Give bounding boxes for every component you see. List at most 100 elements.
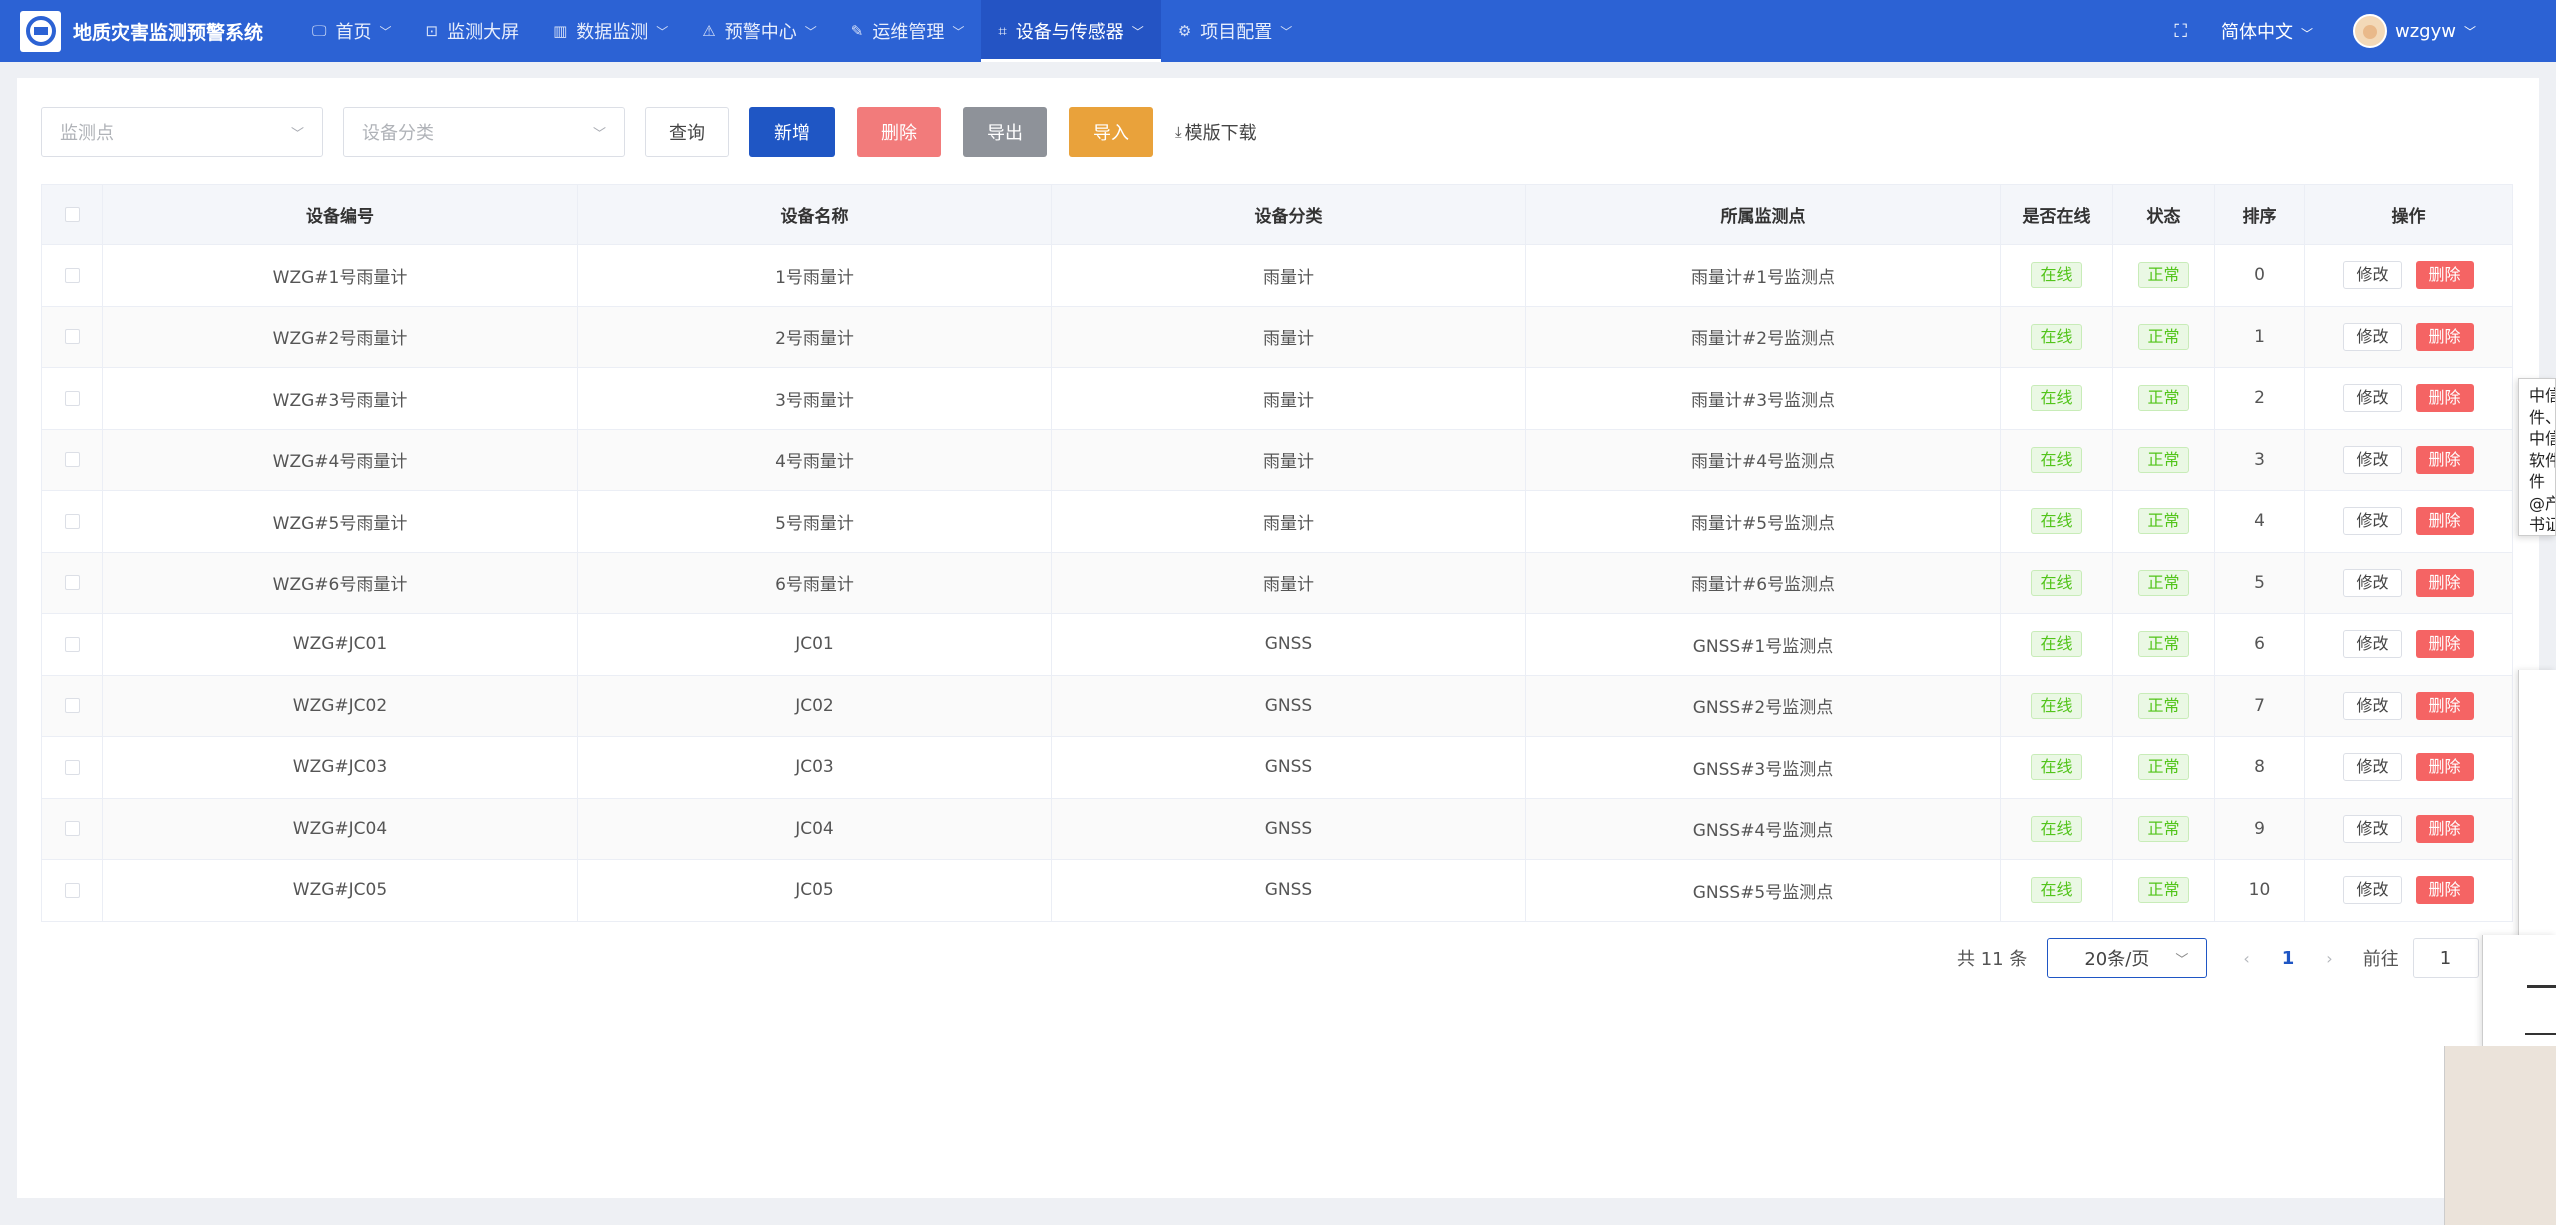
page-number[interactable]: 1 bbox=[2282, 948, 2295, 969]
row-checkbox[interactable] bbox=[64, 452, 80, 468]
edit-button[interactable]: 修改 bbox=[2343, 814, 2402, 843]
row-select[interactable] bbox=[41, 552, 103, 614]
row-checkbox[interactable] bbox=[64, 575, 80, 591]
config-icon: ⚙ bbox=[1177, 22, 1192, 40]
add-button[interactable]: 新增 bbox=[749, 107, 835, 157]
chevron-down-icon: ﹀ bbox=[1280, 24, 1293, 39]
row-actions: 修改 删除 bbox=[2304, 244, 2513, 307]
edit-button[interactable]: 修改 bbox=[2343, 261, 2402, 290]
nav-item[interactable]: ▥ 数据监测 ﹀ bbox=[536, 0, 685, 62]
sort-order: 1 bbox=[2214, 306, 2305, 368]
row-select[interactable] bbox=[41, 736, 103, 799]
monitor-point: 雨量计#2号监测点 bbox=[1525, 306, 2001, 368]
nav-item[interactable]: ⌗ 设备与传感器 ﹀ bbox=[981, 0, 1162, 62]
nav-item-label: 预警中心 bbox=[724, 22, 797, 43]
edit-button[interactable]: 修改 bbox=[2343, 507, 2402, 536]
import-button[interactable]: 导入 bbox=[1069, 107, 1153, 157]
overlay-panel bbox=[2482, 935, 2556, 1050]
device-code: WZG#JC05 bbox=[102, 859, 578, 922]
edit-button[interactable]: 修改 bbox=[2343, 568, 2402, 597]
goto-label: 前往 bbox=[2362, 949, 2399, 970]
query-button[interactable]: 查询 bbox=[645, 107, 729, 157]
row-select[interactable] bbox=[41, 244, 103, 307]
nav-item[interactable]: ⚠ 预警中心 ﹀ bbox=[685, 0, 833, 62]
delete-button[interactable]: 删除 bbox=[2415, 322, 2474, 351]
prev-page-icon[interactable]: ‹ bbox=[2243, 949, 2249, 968]
monitor-point: 雨量计#3号监测点 bbox=[1525, 367, 2001, 430]
row-select[interactable] bbox=[41, 613, 103, 676]
row-select[interactable] bbox=[41, 859, 103, 922]
row-checkbox[interactable] bbox=[64, 267, 80, 283]
row-checkbox[interactable] bbox=[64, 821, 80, 837]
delete-button[interactable]: 删除 bbox=[2415, 691, 2474, 720]
delete-button[interactable]: 删除 bbox=[2415, 630, 2474, 659]
row-checkbox[interactable] bbox=[64, 882, 80, 898]
row-select[interactable] bbox=[41, 490, 103, 553]
nav-item-label: 项目配置 bbox=[1200, 22, 1273, 43]
delete-button[interactable]: 删除 bbox=[2415, 568, 2474, 597]
row-checkbox[interactable] bbox=[64, 513, 80, 529]
edit-button[interactable]: 修改 bbox=[2343, 691, 2402, 720]
device-category-select[interactable]: 设备分类 ﹀ bbox=[343, 107, 625, 157]
device-name: 5号雨量计 bbox=[577, 490, 1052, 553]
chevron-down-icon: ﹀ bbox=[592, 126, 606, 142]
row-select[interactable] bbox=[41, 306, 103, 368]
status-badge: 正常 bbox=[2138, 446, 2189, 473]
next-page-icon[interactable]: › bbox=[2326, 949, 2332, 968]
status-cell: 正常 bbox=[2112, 306, 2215, 368]
sort-order: 9 bbox=[2214, 798, 2305, 860]
goto-page-input[interactable]: 1 bbox=[2412, 938, 2479, 978]
online-cell: 在线 bbox=[2000, 798, 2113, 860]
app-logo[interactable]: 地质灾害监测预警系统 bbox=[20, 10, 263, 52]
row-select[interactable] bbox=[41, 675, 103, 737]
sort-order: 10 bbox=[2214, 859, 2305, 922]
device-code: WZG#JC04 bbox=[102, 798, 578, 860]
row-select[interactable] bbox=[41, 429, 103, 491]
row-select[interactable] bbox=[41, 798, 103, 860]
row-checkbox[interactable] bbox=[64, 759, 80, 775]
nav-item[interactable]: ✎ 运维管理 ﹀ bbox=[834, 0, 982, 62]
top-navigation-bar: 地质灾害监测预警系统 🖵 首页 ﹀ ⊡ 监测大屏 ▥ 数据监测 ﹀ ⚠ 预警中心 ﹀ ✎ 运维管理 ﹀ ⌗ 设… bbox=[0, 0, 2556, 62]
device-name: 3号雨量计 bbox=[577, 367, 1052, 430]
delete-button[interactable]: 删除 bbox=[2415, 261, 2474, 290]
edit-button[interactable]: 修改 bbox=[2343, 753, 2402, 782]
fullscreen-icon[interactable]: ⛶ bbox=[2174, 21, 2187, 42]
export-button[interactable]: 导出 bbox=[963, 107, 1047, 157]
row-checkbox[interactable] bbox=[64, 636, 80, 652]
user-menu[interactable]: wzgyw ﹀ bbox=[2353, 14, 2476, 48]
delete-button[interactable]: 删除 bbox=[2415, 753, 2474, 782]
delete-button[interactable]: 删除 bbox=[2415, 814, 2474, 843]
status-cell: 正常 bbox=[2112, 798, 2215, 860]
batch-delete-button[interactable]: 删除 bbox=[857, 107, 941, 157]
monitor-point-select[interactable]: 监测点 ﹀ bbox=[41, 107, 323, 157]
edit-button[interactable]: 修改 bbox=[2343, 384, 2402, 413]
nav-item[interactable]: ⊡ 监测大屏 bbox=[409, 0, 537, 62]
select-all-checkbox[interactable] bbox=[64, 207, 80, 222]
row-checkbox[interactable] bbox=[64, 329, 80, 345]
edit-button[interactable]: 修改 bbox=[2343, 630, 2402, 659]
delete-button[interactable]: 删除 bbox=[2415, 384, 2474, 413]
delete-button[interactable]: 删除 bbox=[2415, 876, 2474, 905]
language-switcher[interactable]: 简体中文 ﹀ bbox=[2221, 18, 2313, 44]
header-select-all[interactable] bbox=[41, 184, 103, 245]
column-header: 所属监测点 bbox=[1525, 184, 2001, 245]
overlay-note-line: 中信 bbox=[2529, 429, 2555, 448]
edit-button[interactable]: 修改 bbox=[2343, 445, 2402, 474]
row-checkbox[interactable] bbox=[64, 390, 80, 406]
edit-button[interactable]: 修改 bbox=[2343, 322, 2402, 351]
edit-button[interactable]: 修改 bbox=[2343, 876, 2402, 905]
table-row: WZG#JC03 JC03 GNSS GNSS#3号监测点 在线 正常 8 修改… bbox=[41, 736, 2513, 799]
online-cell: 在线 bbox=[2000, 613, 2113, 676]
nav-item[interactable]: ⚙ 项目配置 ﹀ bbox=[1161, 0, 1309, 62]
row-select[interactable] bbox=[41, 367, 103, 430]
row-actions: 修改 删除 bbox=[2304, 490, 2513, 553]
nav-item[interactable]: 🖵 首页 ﹀ bbox=[295, 0, 408, 62]
page-size-select[interactable]: 20条/页 ﹀ bbox=[2047, 938, 2208, 978]
download-icon: ⤓ bbox=[1175, 123, 1182, 141]
status-cell: 正常 bbox=[2112, 429, 2215, 491]
online-badge: 在线 bbox=[2031, 385, 2082, 412]
template-download-link[interactable]: ⤓ 模版下载 bbox=[1175, 119, 1257, 145]
delete-button[interactable]: 删除 bbox=[2415, 445, 2474, 474]
delete-button[interactable]: 删除 bbox=[2415, 507, 2474, 536]
row-checkbox[interactable] bbox=[64, 698, 80, 714]
